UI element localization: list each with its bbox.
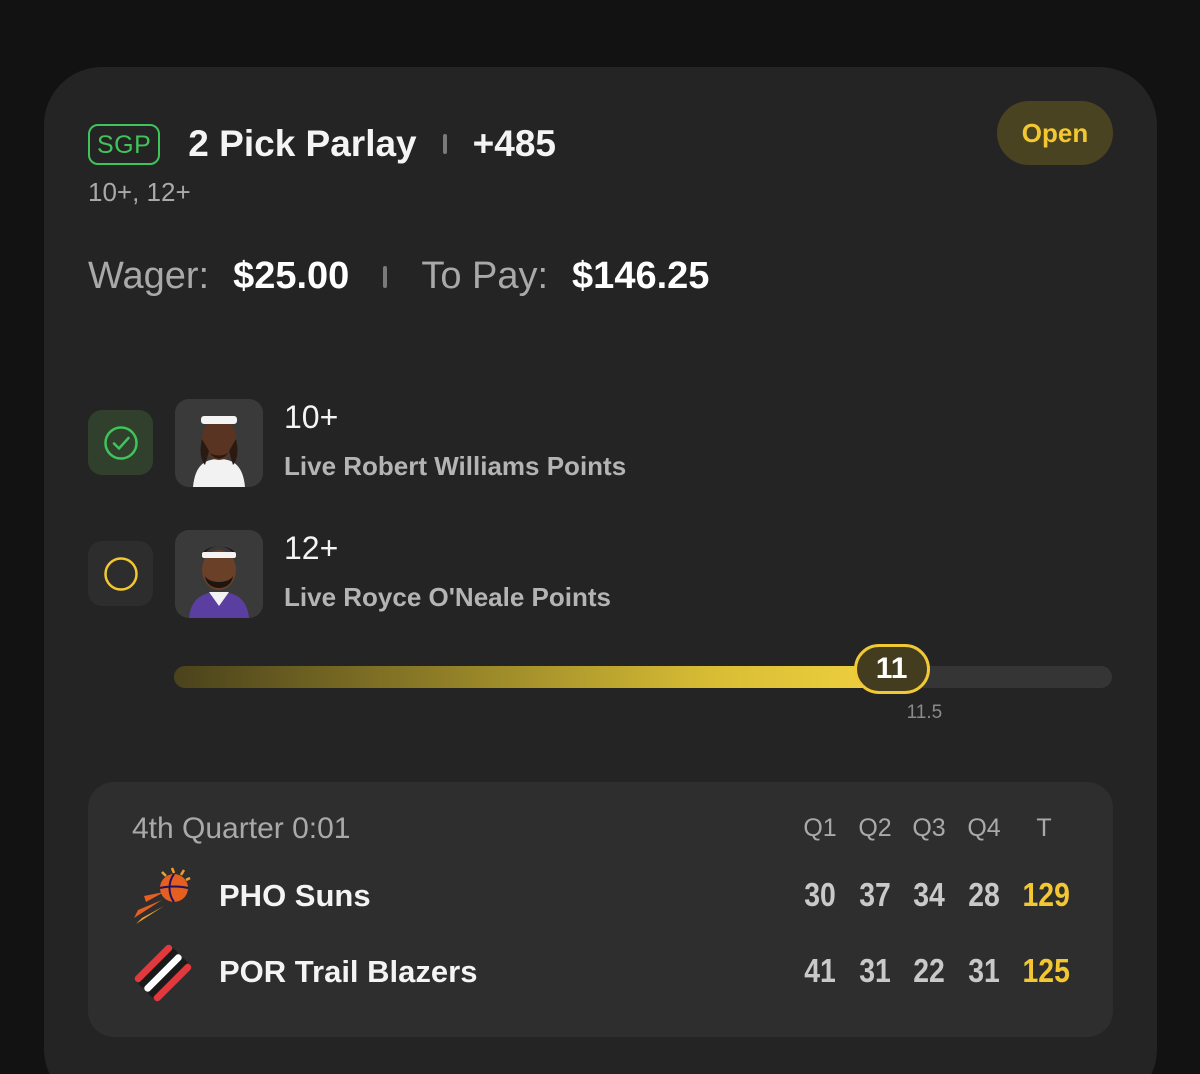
bet-subtitle: 10+, 12+ bbox=[88, 177, 191, 207]
progress-track: 11 11.5 bbox=[174, 644, 1112, 723]
col-head-q3: Q3 bbox=[912, 814, 946, 842]
game-status: 4th Quarter 0:01 bbox=[132, 812, 351, 845]
pending-circle-icon bbox=[103, 556, 138, 591]
leg-line: 10+ bbox=[284, 399, 339, 435]
leg-description: Live Royce O'Neale Points bbox=[284, 582, 611, 612]
leg-line: 12+ bbox=[284, 530, 339, 566]
score-q2: 31 bbox=[859, 952, 891, 989]
wager-label: Wager: bbox=[88, 255, 210, 297]
bet-odds: +485 bbox=[472, 123, 556, 164]
bet-header: SGP 2 Pick Parlay +485 bbox=[88, 123, 556, 165]
trail-blazers-logo-icon bbox=[134, 944, 192, 1002]
leg-status-won bbox=[88, 410, 153, 475]
score-q2: 37 bbox=[859, 876, 891, 913]
player-avatar bbox=[175, 399, 263, 487]
team-row-trail-blazers: POR Trail Blazers 41 31 22 31 125 bbox=[132, 942, 1082, 1004]
wager-value: $25.00 bbox=[233, 255, 350, 297]
player-avatar bbox=[175, 530, 263, 618]
leg-robert-williams[interactable]: 10+ Live Robert Williams Points bbox=[88, 399, 788, 487]
sgp-badge: SGP bbox=[88, 123, 161, 165]
progress-current-value: 11 bbox=[853, 644, 930, 694]
team-row-suns: PHO Suns 30 37 34 28 129 bbox=[132, 866, 1082, 928]
team-name: PHO Suns bbox=[219, 878, 371, 913]
progress-target-label: 11.5 bbox=[906, 702, 943, 723]
check-circle-icon bbox=[103, 425, 138, 460]
to-pay-label: To Pay: bbox=[421, 255, 549, 297]
score-total: 129 bbox=[1022, 876, 1070, 913]
team-name: POR Trail Blazers bbox=[219, 954, 478, 989]
wager-row: Wager: $25.00 To Pay: $146.25 bbox=[88, 255, 709, 298]
divider bbox=[442, 134, 447, 154]
to-pay-value: $146.25 bbox=[572, 255, 710, 297]
progress-fill bbox=[174, 666, 892, 688]
score-q3: 22 bbox=[913, 952, 945, 989]
suns-logo-icon bbox=[134, 867, 191, 924]
player-headshot-icon bbox=[175, 530, 263, 618]
leg-status-pending bbox=[88, 541, 153, 606]
score-total: 125 bbox=[1022, 952, 1070, 989]
divider bbox=[383, 265, 388, 288]
score-q1: 30 bbox=[804, 876, 836, 913]
score-q3: 34 bbox=[913, 876, 945, 913]
status-badge: Open bbox=[997, 101, 1113, 165]
col-head-q1: Q1 bbox=[803, 814, 837, 842]
score-q4: 28 bbox=[968, 876, 1000, 913]
bet-title: 2 Pick Parlay bbox=[188, 123, 417, 164]
score-q4: 31 bbox=[968, 952, 1000, 989]
player-headshot-icon bbox=[175, 399, 263, 487]
col-head-q4: Q4 bbox=[967, 814, 1001, 842]
leg-description: Live Robert Williams Points bbox=[284, 451, 627, 481]
leg-royce-oneale[interactable]: 12+ Live Royce O'Neale Points bbox=[88, 530, 788, 618]
bet-card[interactable]: SGP 2 Pick Parlay +485 10+, 12+ Open Wag… bbox=[44, 67, 1157, 1074]
score-q1: 41 bbox=[804, 952, 836, 989]
col-head-q2: Q2 bbox=[858, 814, 892, 842]
scoreboard[interactable]: 4th Quarter 0:01 Q1 Q2 Q3 Q4 T PHO Suns … bbox=[88, 782, 1113, 1037]
col-head-total: T bbox=[1036, 814, 1052, 842]
